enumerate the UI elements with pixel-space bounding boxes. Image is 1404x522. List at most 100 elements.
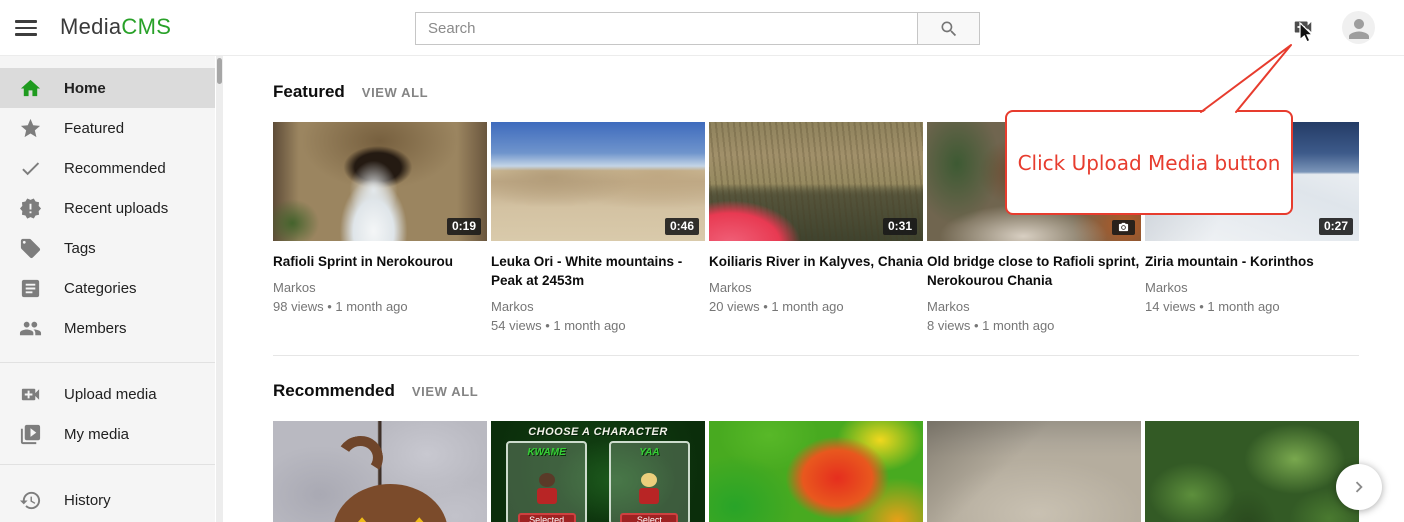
video-card[interactable]: 0:31 Koiliaris River in Kalyves, Chania … <box>709 122 923 335</box>
sidebar-scrollbar-thumb[interactable] <box>217 58 222 84</box>
upload-media-icon <box>19 383 42 406</box>
sidebar-item-label: Tags <box>64 240 96 257</box>
video-card[interactable] <box>1145 421 1359 522</box>
sidebar-item-label: Upload media <box>64 386 157 403</box>
sidebar-item-recent-uploads[interactable]: Recent uploads <box>0 188 215 228</box>
thumbnail-text: KWAME <box>508 447 585 458</box>
thumbnail-text: YAA <box>611 447 688 458</box>
section-divider <box>273 355 1359 356</box>
thumbnail-art <box>333 432 387 485</box>
video-title[interactable]: Ziria mountain - Korinthos <box>1145 252 1359 271</box>
thumbnail-text: Selected <box>518 513 576 522</box>
carousel-next-button[interactable] <box>1336 464 1382 510</box>
video-author[interactable]: Markos <box>1145 279 1359 297</box>
video-author[interactable]: Markos <box>273 279 487 297</box>
sidebar-item-label: History <box>64 492 111 509</box>
person-icon <box>1344 14 1374 44</box>
video-thumbnail[interactable]: 0:19 <box>273 122 487 241</box>
camera-icon <box>1117 222 1130 233</box>
video-title[interactable]: Old bridge close to Rafioli sprint, Nero… <box>927 252 1141 290</box>
menu-icon[interactable] <box>15 17 39 39</box>
sidebar-item-my-media[interactable]: My media <box>0 414 215 454</box>
tag-icon <box>19 237 42 260</box>
duration-badge: 0:27 <box>1319 218 1353 235</box>
section-title: Featured <box>273 82 345 102</box>
video-title[interactable]: Leuka Ori - White mountains - Peak at 24… <box>491 252 705 290</box>
sidebar-item-recommended[interactable]: Recommended <box>0 148 215 188</box>
sidebar-item-history[interactable]: History <box>0 480 215 520</box>
sidebar-item-label: Recent uploads <box>64 200 168 217</box>
featured-view-all-link[interactable]: VIEW ALL <box>362 85 428 100</box>
sidebar-scrollbar-track[interactable] <box>216 56 223 522</box>
video-thumbnail[interactable]: 0:46 <box>491 122 705 241</box>
video-card[interactable]: 0:19 Rafioli Sprint in Nerokourou Markos… <box>273 122 487 335</box>
thumbnail-art: KWAME <box>506 441 587 522</box>
sidebar-item-tags[interactable]: Tags <box>0 228 215 268</box>
thumbnail-art <box>637 473 661 507</box>
logo-cms: CMS <box>121 14 171 39</box>
video-thumbnail[interactable] <box>1145 421 1359 522</box>
sidebar-item-label: My media <box>64 426 129 443</box>
video-author[interactable]: Markos <box>709 279 923 297</box>
video-meta: 54 views • 1 month ago <box>491 317 705 335</box>
star-icon <box>19 117 42 140</box>
video-author[interactable]: Markos <box>491 298 705 316</box>
search-button[interactable] <box>917 13 979 44</box>
sidebar-item-home[interactable]: Home <box>0 68 215 108</box>
search-input[interactable] <box>416 13 917 44</box>
thumbnail-text: Select <box>620 513 678 522</box>
video-thumbnail[interactable]: 0:31 <box>709 122 923 241</box>
sidebar-item-categories[interactable]: Categories <box>0 268 215 308</box>
chevron-right-icon <box>1348 476 1370 498</box>
upload-media-button[interactable] <box>1290 16 1318 40</box>
upload-media-icon <box>1290 16 1316 38</box>
annotation-callout: Click Upload Media button <box>1005 110 1293 215</box>
sidebar-item-label: Recommended <box>64 160 166 177</box>
categories-icon <box>19 277 42 300</box>
video-title[interactable]: Rafioli Sprint in Nerokourou <box>273 252 487 271</box>
duration-badge: 0:19 <box>447 218 481 235</box>
search-bar <box>415 12 980 45</box>
photo-badge <box>1112 220 1135 235</box>
search-icon <box>939 19 959 39</box>
logo-media: Media <box>60 14 121 39</box>
sidebar-item-featured[interactable]: Featured <box>0 108 215 148</box>
video-thumbnail[interactable] <box>709 421 923 522</box>
video-card[interactable] <box>927 421 1141 522</box>
video-card[interactable]: 0:46 Leuka Ori - White mountains - Peak … <box>491 122 705 335</box>
sidebar-divider <box>0 464 215 465</box>
video-meta: 20 views • 1 month ago <box>709 298 923 316</box>
video-card[interactable]: CHOOSE A CHARACTER KWAME YAA Selected Se… <box>491 421 705 522</box>
sidebar-item-upload-media[interactable]: Upload media <box>0 374 215 414</box>
featured-section-header: Featured VIEW ALL <box>273 82 1359 102</box>
video-title[interactable]: Koiliaris River in Kalyves, Chania <box>709 252 923 271</box>
recommended-section-header: Recommended VIEW ALL <box>273 381 1359 401</box>
video-meta: 98 views • 1 month ago <box>273 298 487 316</box>
thumbnail-art <box>535 473 559 507</box>
home-icon <box>19 77 42 100</box>
sidebar-item-label: Members <box>64 320 127 337</box>
video-thumbnail[interactable] <box>273 421 487 522</box>
annotation-text: Click Upload Media button <box>1018 151 1281 175</box>
members-icon <box>19 317 42 340</box>
video-card[interactable] <box>273 421 487 522</box>
section-title: Recommended <box>273 381 395 401</box>
video-thumbnail[interactable] <box>927 421 1141 522</box>
video-thumbnail[interactable]: CHOOSE A CHARACTER KWAME YAA Selected Se… <box>491 421 705 522</box>
user-avatar[interactable] <box>1342 11 1375 44</box>
history-icon <box>19 489 42 512</box>
sidebar-item-label: Home <box>64 80 106 97</box>
video-author[interactable]: Markos <box>927 298 1141 316</box>
recommended-view-all-link[interactable]: VIEW ALL <box>412 384 478 399</box>
sidebar-item-members[interactable]: Members <box>0 308 215 348</box>
check-icon <box>19 157 42 180</box>
thumbnail-art <box>406 517 432 522</box>
duration-badge: 0:46 <box>665 218 699 235</box>
video-card[interactable] <box>709 421 923 522</box>
thumbnail-text: CHOOSE A CHARACTER <box>491 426 705 438</box>
app-logo[interactable]: MediaCMS <box>60 14 171 40</box>
sidebar-divider <box>0 362 215 363</box>
thumbnail-art: YAA <box>609 441 690 522</box>
sidebar-item-label: Featured <box>64 120 124 137</box>
top-app-bar: MediaCMS <box>0 0 1404 56</box>
